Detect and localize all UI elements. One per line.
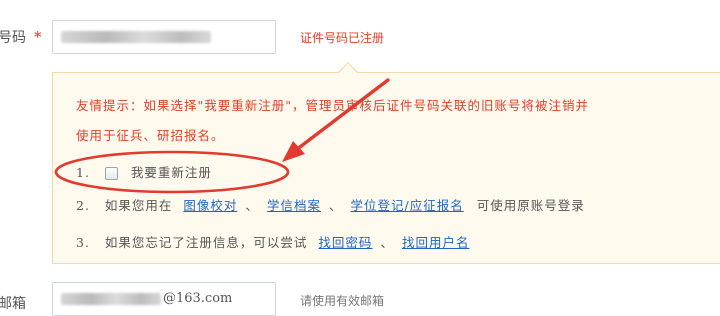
reregister-checkbox[interactable] — [104, 167, 118, 180]
link-xuexin-archive[interactable]: 学信档案 — [267, 198, 321, 213]
email-domain: @163.com — [163, 291, 233, 306]
email-label: 邮箱 — [0, 296, 26, 312]
list-number: 1. — [76, 165, 90, 180]
reregister-option: 1. 我要重新注册 — [76, 162, 212, 181]
link-recover-username[interactable]: 找回用户名 — [402, 235, 470, 250]
id-number-input[interactable] — [52, 20, 276, 54]
id-number-label: 号码 * — [0, 27, 42, 47]
masked-id-value — [61, 30, 211, 43]
reregister-checkbox-label[interactable]: 我要重新注册 — [131, 165, 212, 180]
required-asterisk: * — [34, 28, 42, 46]
tip-text-line2: 使用于征兵、研招报名。 — [76, 128, 225, 143]
link-recover-password[interactable]: 找回密码 — [318, 235, 372, 250]
list-number: 3. — [76, 235, 90, 250]
tip-item-2-prefix: 如果您用在 — [104, 198, 173, 213]
tip-item-3: 3. 如果您忘记了注册信息，可以尝试 找回密码、找回用户名 — [76, 235, 470, 250]
list-number: 2. — [76, 198, 90, 213]
email-hint: 请使用有效邮箱 — [300, 294, 385, 308]
link-image-check[interactable]: 图像校对 — [183, 198, 237, 213]
id-number-error: 证件号码已注册 — [300, 31, 385, 45]
tip-item-2: 2. 如果您用在 图像校对、学信档案、学位登记/应征报名 可使用原账号登录 — [76, 198, 585, 213]
link-degree-conscription[interactable]: 学位登记/应征报名 — [350, 198, 463, 213]
tip-text-line1: 友情提示：如果选择"我要重新注册"，管理员审核后证件号码关联的旧账号将被注销并 — [76, 98, 590, 113]
tip-item-2-suffix: 可使用原账号登录 — [476, 198, 585, 213]
id-number-label-text: 号码 — [0, 30, 26, 46]
tip-pointer-fill — [339, 63, 357, 73]
masked-email-prefix — [61, 292, 161, 305]
tip-item-3-prefix: 如果您忘记了注册信息，可以尝试 — [104, 235, 308, 250]
